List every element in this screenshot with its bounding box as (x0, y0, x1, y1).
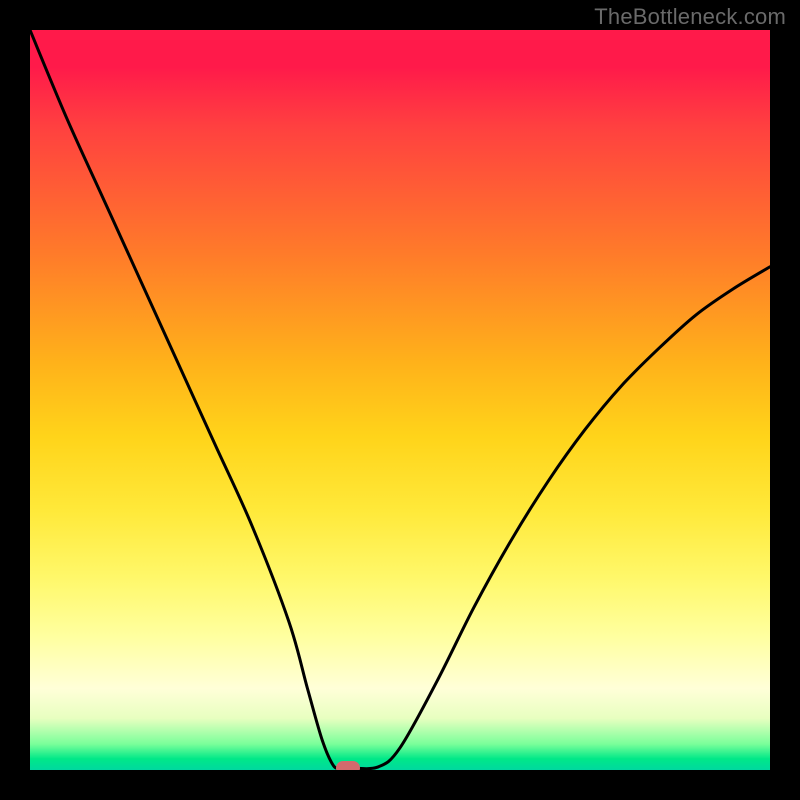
attribution-label: TheBottleneck.com (594, 4, 786, 30)
curve-layer (30, 30, 770, 770)
chart-container: TheBottleneck.com (0, 0, 800, 800)
plot-area (30, 30, 770, 770)
bottleneck-curve (30, 30, 770, 769)
optimal-point-marker (336, 761, 360, 770)
